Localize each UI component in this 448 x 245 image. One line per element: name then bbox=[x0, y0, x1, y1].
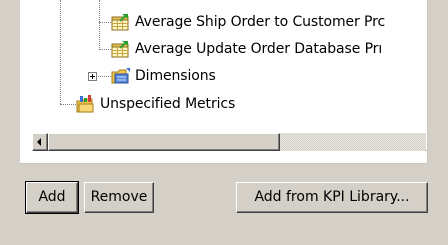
scroll-left-button[interactable] bbox=[32, 133, 48, 151]
tree-item[interactable]: Average Ship Order to Customer Prc bbox=[111, 12, 385, 32]
tree-connector bbox=[99, 0, 100, 50]
scrollbar-thumb[interactable] bbox=[48, 133, 280, 151]
tree-connector bbox=[99, 22, 111, 23]
add-button[interactable]: Add bbox=[25, 181, 79, 214]
scroll-right-button[interactable] bbox=[426, 133, 427, 151]
remove-button[interactable]: Remove bbox=[84, 182, 154, 213]
tree-item-label: Average Ship Order to Customer Prc bbox=[135, 14, 386, 30]
arrow-left-icon bbox=[37, 138, 41, 146]
tree-connector bbox=[60, 0, 61, 104]
expand-toggle[interactable] bbox=[88, 72, 97, 81]
metrics-folder-icon bbox=[76, 95, 96, 113]
tree-item-dimensions[interactable]: Dimensions bbox=[111, 66, 216, 86]
tree-item[interactable]: Average Update Order Database Prı bbox=[111, 39, 382, 59]
tree-item-label: Dimensions bbox=[135, 68, 216, 84]
dimension-folder-icon bbox=[111, 67, 131, 85]
tree-connector bbox=[60, 104, 76, 105]
tree-item-label: Unspecified Metrics bbox=[100, 96, 236, 112]
add-from-kpi-library-button[interactable]: Add from KPI Library... bbox=[236, 182, 428, 213]
tree-connector bbox=[99, 49, 111, 50]
tree-item-label: Average Update Order Database Prı bbox=[135, 41, 383, 57]
metrics-tree[interactable]: Average Ship Order to Customer Prc Avera… bbox=[20, 0, 428, 164]
tree-item-unspecified-metrics[interactable]: Unspecified Metrics bbox=[76, 94, 235, 114]
horizontal-scrollbar[interactable] bbox=[32, 133, 427, 151]
table-chart-icon bbox=[111, 13, 131, 31]
table-chart-icon bbox=[111, 40, 131, 58]
